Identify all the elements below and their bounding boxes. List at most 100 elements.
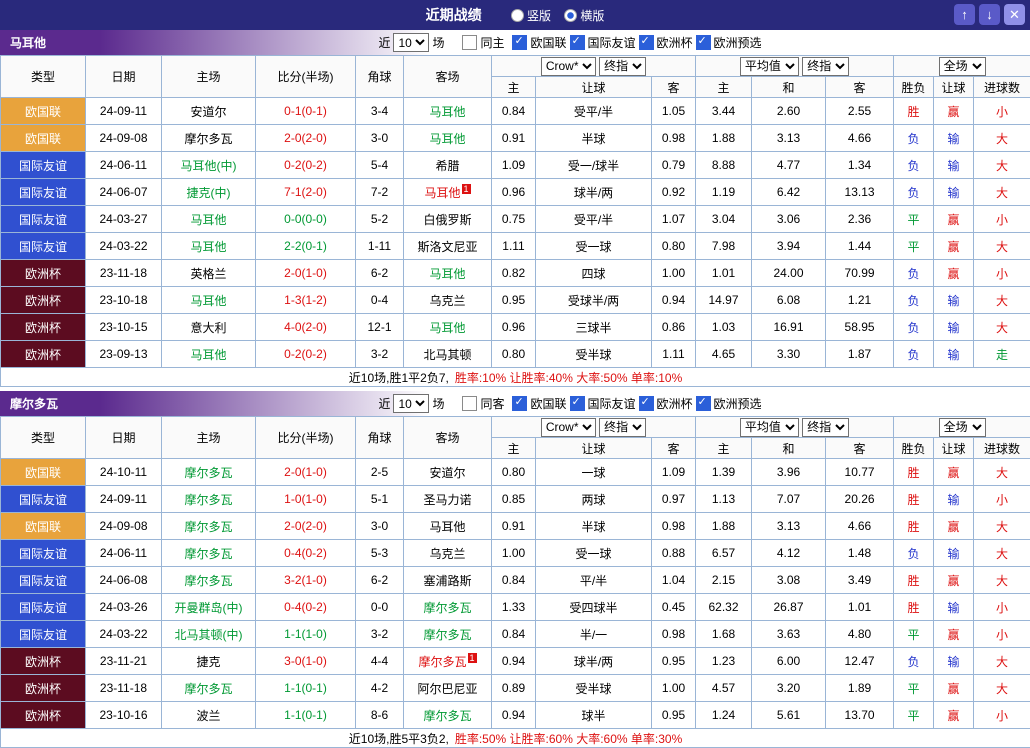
avg-away: 1.87	[826, 341, 894, 368]
home-team: 摩尔多瓦	[162, 125, 256, 152]
odds-handicap: 受球半/两	[536, 287, 652, 314]
col-home: 主场	[162, 56, 256, 98]
scroll-up-button[interactable]: ↑	[954, 4, 975, 25]
bookmaker-select[interactable]: Crow*	[541, 57, 596, 76]
match-date: 23-10-16	[86, 702, 162, 729]
recent-matches-table: 类型 日期 主场 比分(半场) 角球 客场 Crow* 终指 平均值 终指 全场	[0, 55, 1030, 387]
home-team: 捷克	[162, 648, 256, 675]
recent-count-select[interactable]: 10	[393, 33, 429, 52]
filter-bar: 近 10 场 同客 欧国联 国际友谊 欧洲杯 欧洲预选	[378, 394, 761, 413]
odds-home: 1.33	[492, 594, 536, 621]
league-badge: 国际友谊	[1, 567, 86, 594]
league-checkbox-0[interactable]	[512, 35, 527, 50]
odds-away: 0.95	[652, 648, 696, 675]
match-score: 0-1(0-1)	[256, 98, 356, 125]
odds-away: 0.95	[652, 702, 696, 729]
league-badge: 欧国联	[1, 459, 86, 486]
league-checkbox-0[interactable]	[512, 396, 527, 411]
same-side-checkbox[interactable]	[462, 396, 477, 411]
result-goals: 大	[974, 567, 1030, 594]
result-outcome: 平	[894, 702, 934, 729]
sub-result: 胜负	[894, 77, 934, 98]
league-checkbox-2[interactable]	[639, 396, 654, 411]
league-badge: 国际友谊	[1, 540, 86, 567]
league-checkbox-1[interactable]	[570, 396, 585, 411]
recent-count-select[interactable]: 10	[393, 394, 429, 413]
odds-home: 0.84	[492, 98, 536, 125]
close-button[interactable]: ✕	[1004, 4, 1025, 25]
result-goals: 小	[974, 98, 1030, 125]
home-team: 摩尔多瓦	[162, 486, 256, 513]
match-date: 23-11-18	[86, 675, 162, 702]
league-checkbox-3[interactable]	[696, 35, 711, 50]
fullmatch-select[interactable]: 全场	[939, 418, 986, 437]
league-checkbox-3[interactable]	[696, 396, 711, 411]
odds-away: 1.07	[652, 206, 696, 233]
avg-draw: 3.13	[752, 125, 826, 152]
avg-away: 4.80	[826, 621, 894, 648]
summary-stats: 胜率:50% 让胜率:60% 大率:60% 单率:30%	[455, 732, 682, 746]
away-team: 乌克兰	[404, 287, 492, 314]
home-team: 英格兰	[162, 260, 256, 287]
corner-score: 3-2	[356, 341, 404, 368]
titlebar-buttons: ↑ ↓ ✕	[954, 4, 1025, 25]
same-side-checkbox[interactable]	[462, 35, 477, 50]
same-side-label: 同客	[480, 395, 504, 412]
sub-handicap-result: 让球	[934, 438, 974, 459]
radio-horizontal-label: 横版	[580, 9, 604, 23]
average-select[interactable]: 平均值	[740, 57, 799, 76]
avg-away: 2.55	[826, 98, 894, 125]
final-odds-select-2[interactable]: 终指	[802, 57, 849, 76]
match-row: 欧洲杯23-10-16波兰1-1(0-1)8-6摩尔多瓦0.94球半0.951.…	[1, 702, 1030, 729]
result-outcome: 负	[894, 152, 934, 179]
match-date: 23-11-21	[86, 648, 162, 675]
bookmaker-odds-group: Crow* 终指	[492, 56, 696, 77]
result-outcome: 胜	[894, 459, 934, 486]
final-odds-select[interactable]: 终指	[599, 57, 646, 76]
col-type: 类型	[1, 56, 86, 98]
col-corner: 角球	[356, 417, 404, 459]
odds-handicap: 受四球半	[536, 594, 652, 621]
home-team: 开曼群岛(中)	[162, 594, 256, 621]
scroll-down-button[interactable]: ↓	[979, 4, 1000, 25]
bookmaker-select[interactable]: Crow*	[541, 418, 596, 437]
result-handicap: 输	[934, 648, 974, 675]
away-team: 北马其顿	[404, 341, 492, 368]
home-team: 摩尔多瓦	[162, 459, 256, 486]
league-checkbox-1[interactable]	[570, 35, 585, 50]
sub-handicap-result: 让球	[934, 77, 974, 98]
result-outcome: 负	[894, 260, 934, 287]
league-badge: 欧洲杯	[1, 314, 86, 341]
match-row: 欧国联24-09-11安道尔0-1(0-1)3-4马耳他0.84受平/半1.05…	[1, 98, 1030, 125]
average-odds-group: 平均值 终指	[696, 56, 894, 77]
avg-home: 4.65	[696, 341, 752, 368]
same-side-label: 同主	[480, 34, 504, 51]
result-goals: 小	[974, 486, 1030, 513]
odds-handicap: 球半/两	[536, 179, 652, 206]
radio-vertical[interactable]	[511, 9, 524, 22]
final-odds-select-2[interactable]: 终指	[802, 418, 849, 437]
odds-home: 1.11	[492, 233, 536, 260]
sub-result: 胜负	[894, 438, 934, 459]
match-row: 欧洲杯23-09-13马耳他0-2(0-2)3-2北马其顿0.80受半球1.11…	[1, 341, 1030, 368]
average-select[interactable]: 平均值	[740, 418, 799, 437]
away-team: 阿尔巴尼亚	[404, 675, 492, 702]
league-label-3: 欧洲预选	[714, 34, 762, 51]
result-outcome: 胜	[894, 486, 934, 513]
radio-horizontal[interactable]	[564, 9, 577, 22]
match-date: 23-11-18	[86, 260, 162, 287]
match-row: 欧洲杯23-11-18摩尔多瓦1-1(0-1)4-2阿尔巴尼亚0.89受半球1.…	[1, 675, 1030, 702]
avg-away: 1.21	[826, 287, 894, 314]
odds-handicap: 半球	[536, 513, 652, 540]
match-score: 0-0(0-0)	[256, 206, 356, 233]
odds-handicap: 球半/两	[536, 648, 652, 675]
match-row: 国际友谊24-03-22马耳他2-2(0-1)1-11斯洛文尼亚1.11受一球0…	[1, 233, 1030, 260]
result-handicap: 输	[934, 287, 974, 314]
fullmatch-select[interactable]: 全场	[939, 57, 986, 76]
league-checkbox-2[interactable]	[639, 35, 654, 50]
sub-home-odds: 主	[492, 77, 536, 98]
final-odds-select[interactable]: 终指	[599, 418, 646, 437]
match-score: 2-0(2-0)	[256, 513, 356, 540]
odds-home: 0.75	[492, 206, 536, 233]
red-card-badge: 1	[462, 184, 471, 194]
